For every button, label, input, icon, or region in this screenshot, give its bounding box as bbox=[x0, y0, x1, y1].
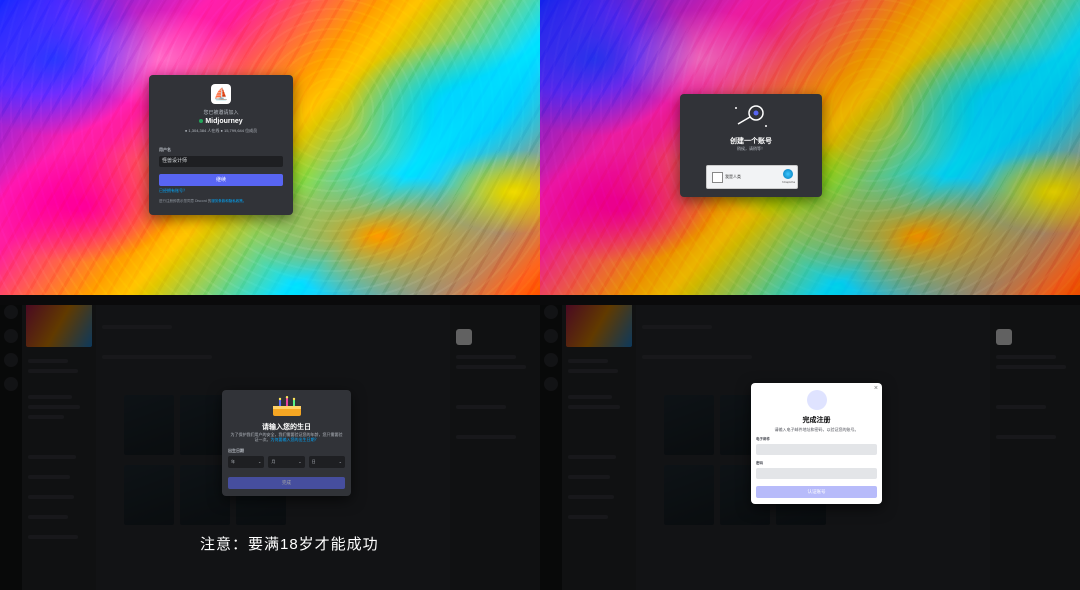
terms-text: 进行注册即表示您同意 Discord 的服务条款和隐私政策。 bbox=[159, 199, 247, 203]
server-stats: ● 1,304,384 人在线 ● 15,799,644 位成员 bbox=[184, 128, 258, 133]
email-label: 电子邮件 bbox=[756, 437, 770, 441]
register-title: 完成注册 bbox=[802, 417, 831, 424]
continue-button[interactable]: 继续 bbox=[159, 174, 283, 186]
birthday-description: 为了保护我们用户的安全，我们需要验证您的年龄，您只需要验证一次。为何要输入您的出… bbox=[230, 432, 343, 442]
birthday-submit-button[interactable]: 完成 bbox=[228, 477, 345, 489]
birthday-title: 请输入您的生日 bbox=[262, 424, 311, 431]
password-field[interactable] bbox=[756, 468, 877, 479]
birthday-why-link[interactable]: 为何要输入您的出生日期？ bbox=[271, 437, 319, 442]
register-screen: × 完成注册 请输入电子邮件地址和密码，以验证您的账号。 电子邮件 密码 认证账… bbox=[540, 295, 1080, 590]
birthday-modal: 请输入您的生日 为了保护我们用户的安全，我们需要验证您的年龄，您只需要验证一次。… bbox=[222, 390, 351, 496]
captcha-checkbox[interactable] bbox=[712, 172, 723, 183]
invite-text: 您已被邀请加入 bbox=[203, 110, 239, 116]
invite-card: ⛵ 您已被邀请加入 Midjourney ● 1,304,384 人在线 ● 1… bbox=[149, 75, 293, 215]
midjourney-logo-icon: ⛵ bbox=[211, 84, 231, 104]
chevron-down-icon: ⌄ bbox=[298, 459, 302, 464]
chevron-down-icon: ⌄ bbox=[338, 459, 342, 464]
invite-screen: ⛵ 您已被邀请加入 Midjourney ● 1,304,384 人在线 ● 1… bbox=[0, 0, 540, 295]
create-account-title: 创建一个账号 bbox=[730, 138, 772, 145]
captcha-brand: hCaptcha bbox=[782, 180, 795, 184]
birthday-screen: 请输入您的生日 为了保护我们用户的安全，我们需要验证您的年龄，您只需要验证一次。… bbox=[0, 295, 540, 590]
screenshot-grid: ⛵ 您已被邀请加入 Midjourney ● 1,304,384 人在线 ● 1… bbox=[0, 0, 1080, 590]
birthday-label: 出生日期 bbox=[228, 448, 244, 453]
day-select[interactable]: 日 ⌄ bbox=[308, 456, 345, 468]
captcha-label: 我是人类 bbox=[725, 174, 741, 179]
create-account-subtitle: 稍候，请稍等！ bbox=[737, 146, 765, 151]
verified-icon bbox=[199, 119, 204, 124]
register-modal: × 完成注册 请输入电子邮件地址和密码，以验证您的账号。 电子邮件 密码 认证账… bbox=[751, 383, 882, 504]
chevron-down-icon: ⌄ bbox=[257, 459, 262, 464]
username-input[interactable]: 怪兽设计师 bbox=[159, 156, 283, 167]
username-label: 用户名 bbox=[159, 147, 171, 152]
captcha-widget: 我是人类 hCaptcha bbox=[706, 165, 798, 189]
register-subtitle: 请输入电子邮件地址和密码，以验证您的账号。 bbox=[774, 427, 859, 432]
server-name: Midjourney bbox=[149, 118, 293, 125]
birthday-selects: 年 ⌄ 月 ⌄ 日 ⌄ bbox=[228, 456, 345, 468]
age-note: 注意：要满18岁才能成功 bbox=[200, 536, 379, 553]
user-avatar-icon bbox=[807, 390, 827, 410]
year-select[interactable]: 年 ⌄ bbox=[228, 456, 265, 468]
email-field[interactable] bbox=[756, 444, 877, 455]
terms-link[interactable]: 服务条款和隐私政策。 bbox=[211, 199, 246, 203]
hcaptcha-logo-icon bbox=[783, 169, 793, 179]
create-account-card: 创建一个账号 稍候，请稍等！ 我是人类 hCaptcha bbox=[680, 94, 822, 197]
verify-account-button[interactable]: 认证账号 bbox=[756, 486, 877, 498]
create-account-screen: 创建一个账号 稍候，请稍等！ 我是人类 hCaptcha bbox=[540, 0, 1080, 295]
cake-icon bbox=[273, 396, 301, 416]
satellite-illustration-icon bbox=[735, 105, 767, 127]
have-account-link[interactable]: 已经拥有账号？ bbox=[159, 188, 187, 194]
close-icon[interactable]: × bbox=[874, 385, 878, 392]
password-label: 密码 bbox=[756, 461, 763, 465]
month-select[interactable]: 月 ⌄ bbox=[268, 456, 305, 468]
